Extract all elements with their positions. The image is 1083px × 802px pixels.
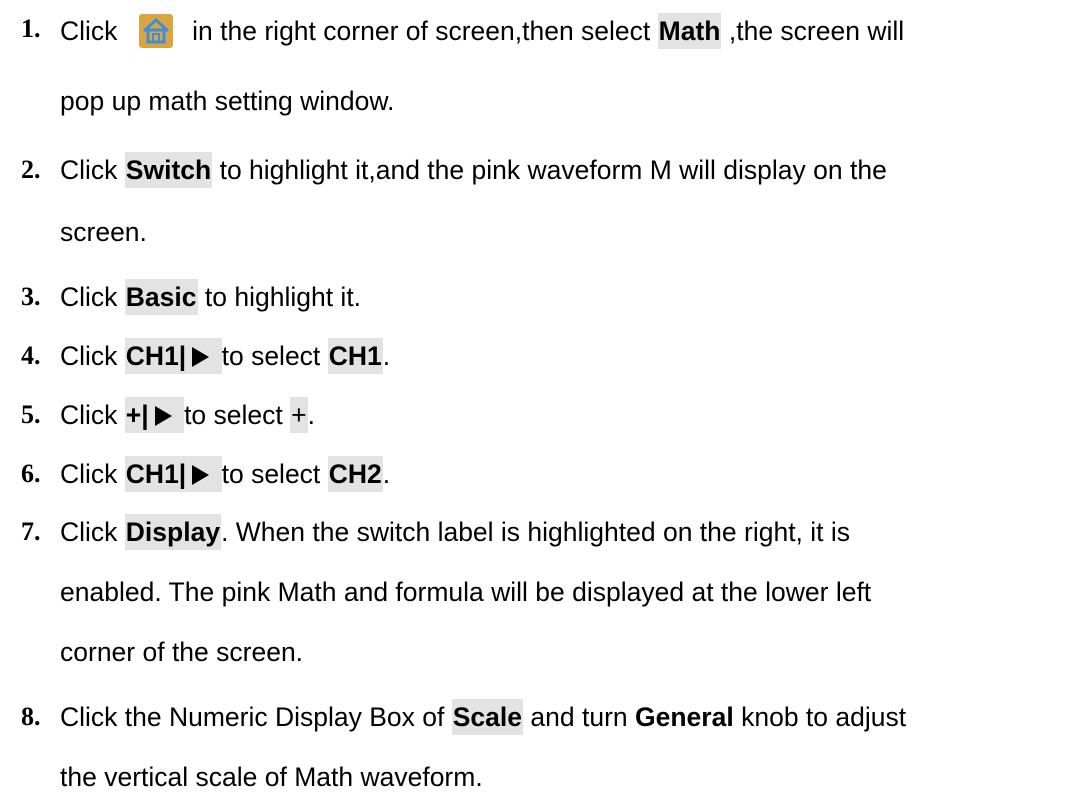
keyword-switch: Switch — [124, 152, 213, 188]
step-number: 6. — [21, 459, 41, 488]
keyword-plus: + — [290, 397, 308, 433]
play-triangle-icon — [154, 406, 172, 426]
keyword-ch1-selector: CH1| — [124, 338, 222, 374]
step-number: 3. — [21, 282, 41, 311]
keyword-scale: Scale — [451, 699, 524, 735]
keyword-ch1-selector: CH1| — [124, 456, 222, 492]
keyword-ch2: CH2 — [327, 456, 383, 492]
keyword-ch1: CH1 — [327, 338, 383, 374]
keyword-general: General — [635, 702, 734, 732]
step-number: 5. — [21, 400, 41, 429]
play-triangle-icon — [192, 347, 210, 367]
keyword-display: Display — [124, 514, 222, 550]
keyword-basic: Basic — [124, 279, 198, 315]
instruction-document: 1. Click in the right corner of screen,t… — [21, 13, 907, 792]
step-number: 7. — [21, 517, 41, 546]
keyword-math: Math — [657, 13, 722, 49]
play-triangle-icon — [192, 465, 210, 485]
keyword-plus-selector: +| — [124, 397, 185, 433]
step-number: 1. — [21, 14, 41, 43]
step-number: 8. — [21, 702, 41, 731]
step-number: 2. — [21, 155, 41, 184]
home-icon — [138, 14, 173, 48]
step-number: 4. — [21, 341, 41, 370]
